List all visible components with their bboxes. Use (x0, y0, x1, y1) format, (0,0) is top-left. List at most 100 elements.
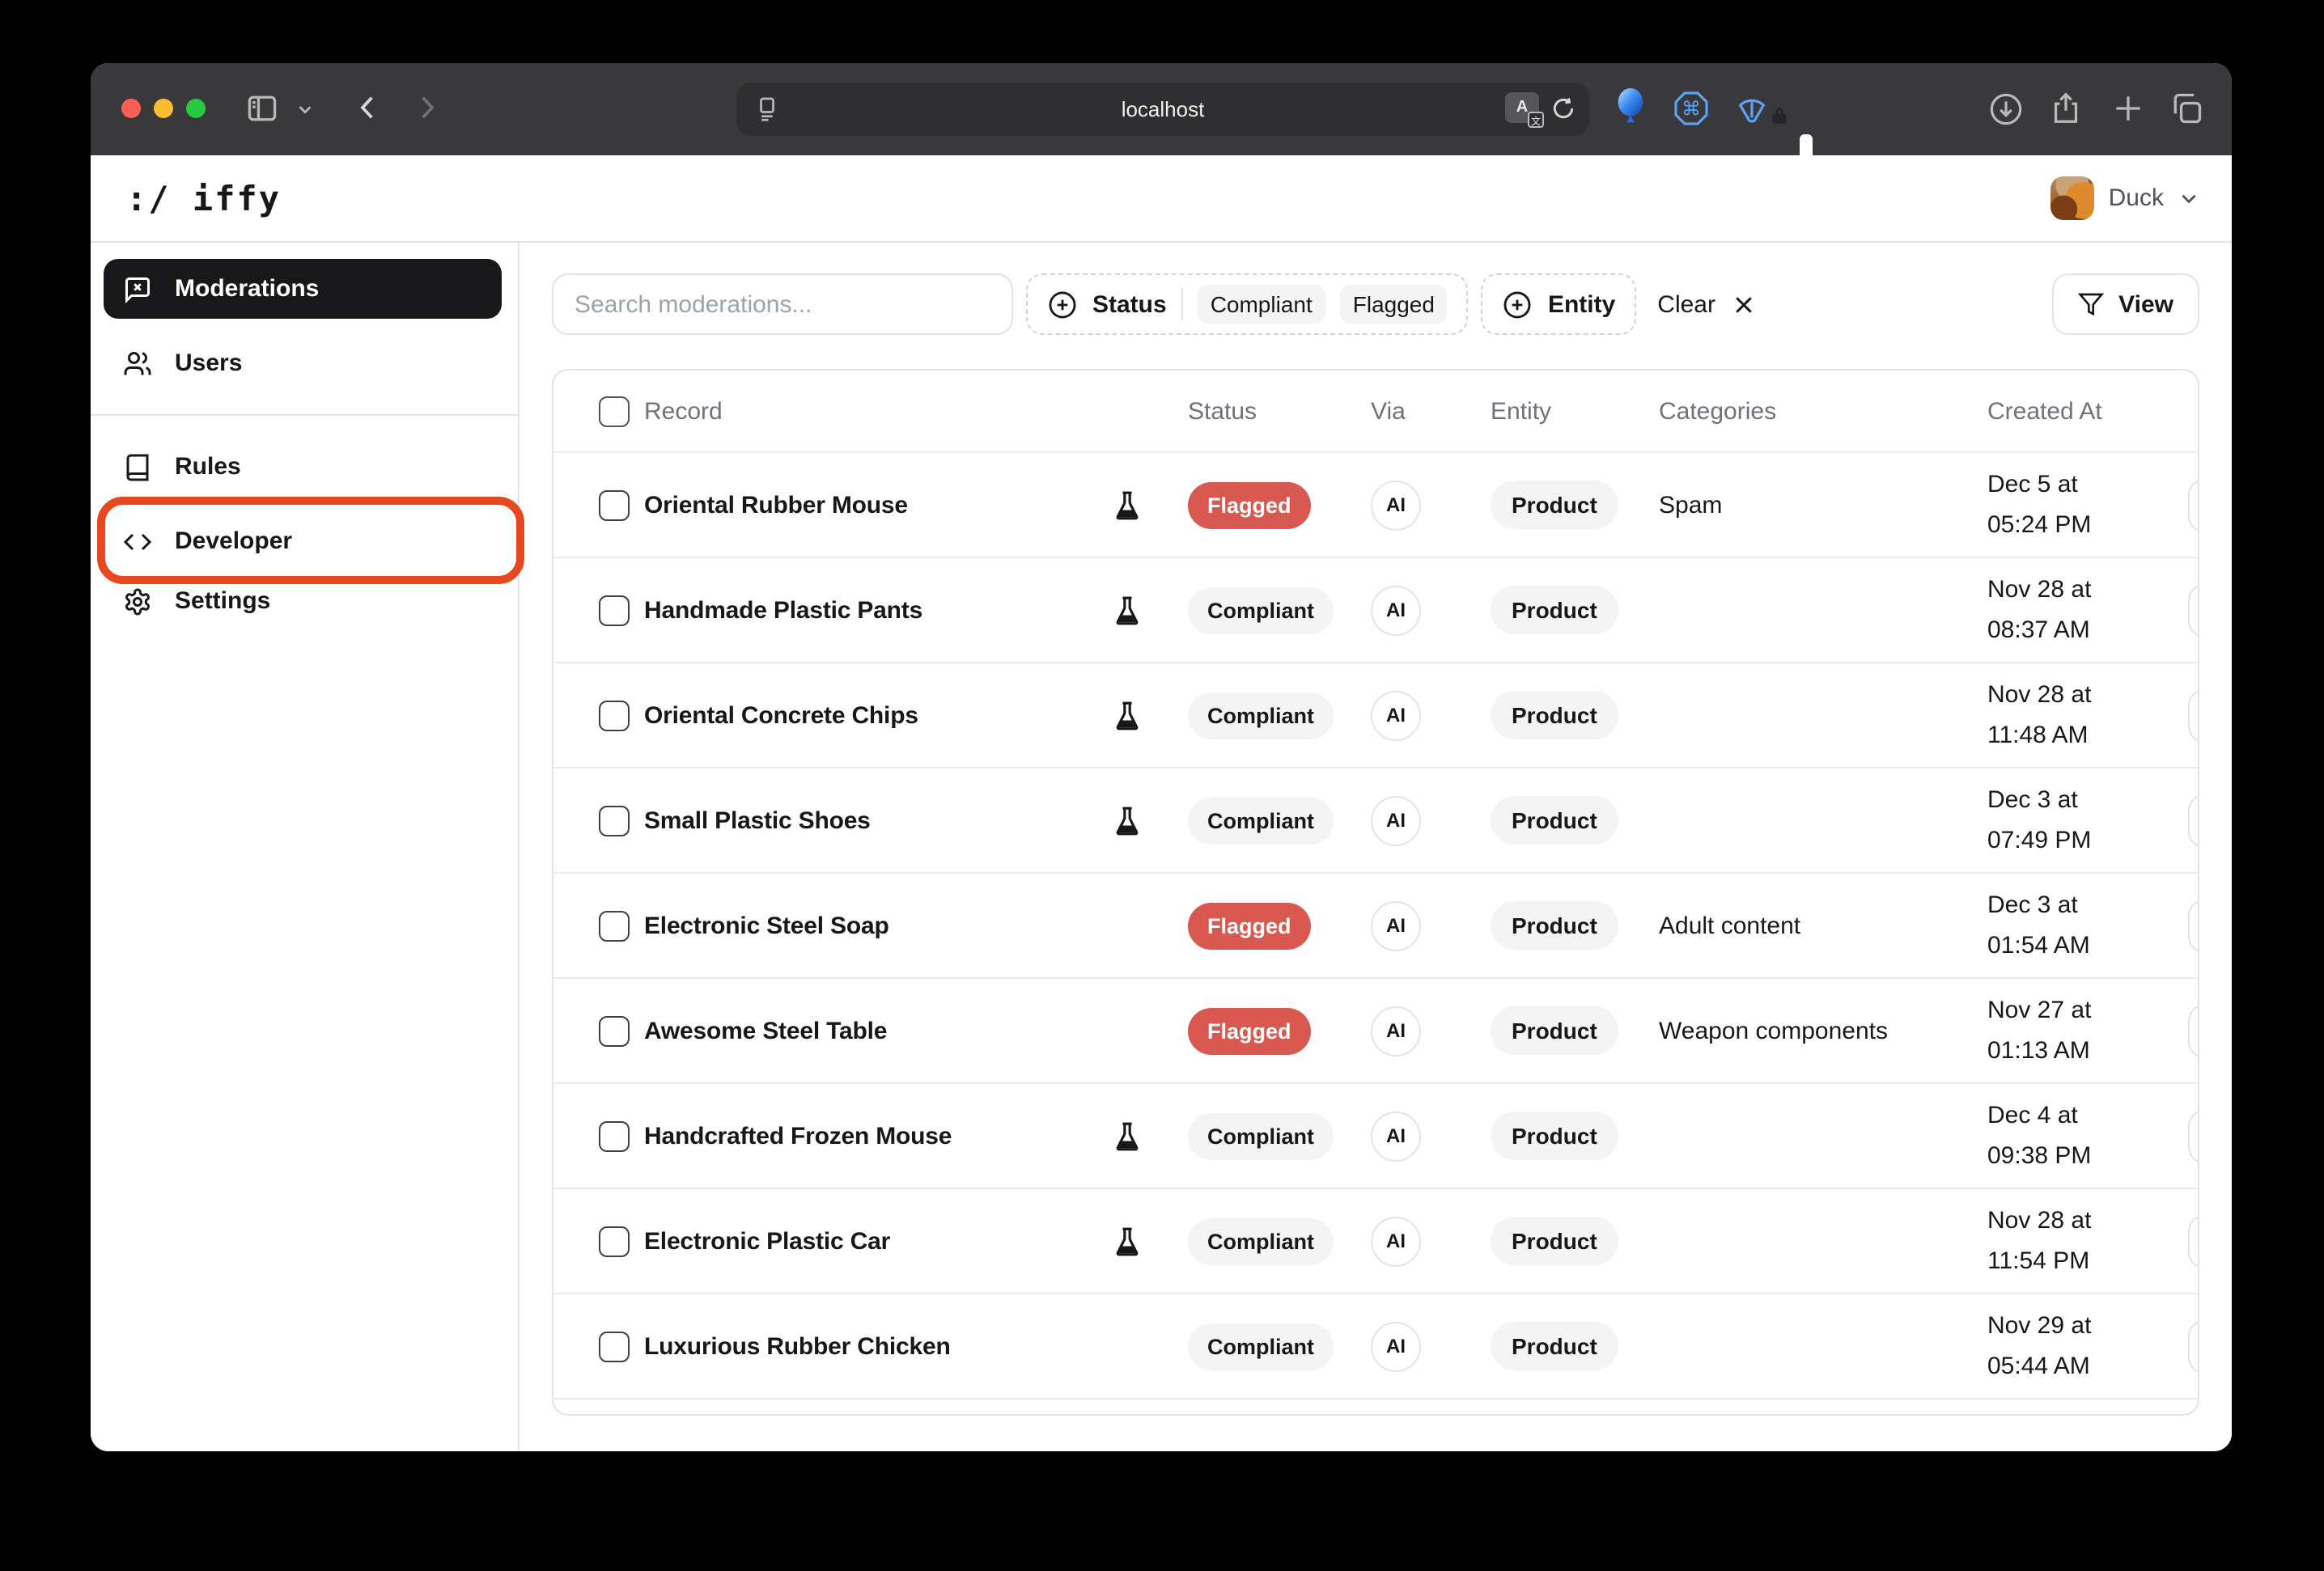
view-button[interactable]: View (2052, 273, 2199, 335)
sidebar-item-developer[interactable]: Developer (104, 511, 502, 571)
record-name: Small Plastic Shoes (644, 807, 1092, 834)
row-action-button-clipped[interactable] (2188, 1110, 2199, 1163)
table-row[interactable]: Oriental Concrete Chips Compliant AI Pro… (553, 663, 2198, 769)
row-checkbox[interactable] (599, 910, 630, 941)
created-time: 08:37 AM (1987, 610, 2198, 650)
table-body: Oriental Rubber Mouse Flagged AI Product… (553, 453, 2198, 1400)
created-time: 11:48 AM (1987, 715, 2198, 756)
sidebar-item-label: Settings (175, 587, 270, 615)
table-row[interactable]: Electronic Steel Soap Flagged AI Product… (553, 874, 2198, 979)
row-checkbox[interactable] (599, 595, 630, 625)
entity-filter-label: Entity (1548, 290, 1615, 318)
table-row[interactable]: Luxurious Rubber Chicken Compliant AI Pr… (553, 1294, 2198, 1400)
app-logo: :/ iffy (126, 179, 281, 218)
created-time: 11:54 PM (1987, 1241, 2198, 1281)
table-row[interactable]: Oriental Rubber Mouse Flagged AI Product… (553, 453, 2198, 558)
user-menu[interactable]: Duck (2050, 176, 2199, 220)
back-icon[interactable] (351, 91, 385, 125)
entity-filter[interactable]: Entity (1482, 273, 1636, 335)
translate-icon[interactable]: A文 (1505, 92, 1539, 123)
row-checkbox[interactable] (599, 489, 630, 520)
forward-icon[interactable] (409, 91, 443, 125)
created-date: Nov 28 at (1987, 570, 2198, 610)
status-badge: Compliant (1188, 586, 1334, 633)
clear-filters-button[interactable]: Clear (1657, 290, 1756, 318)
status-badge: Flagged (1188, 902, 1311, 949)
code-icon (123, 527, 152, 556)
via-badge: AI (1371, 900, 1421, 951)
row-checkbox[interactable] (599, 700, 630, 730)
entity-badge: Product (1491, 1217, 1618, 1265)
url-text: localhost (1122, 97, 1205, 121)
col-header-created-at: Created At (1987, 397, 2198, 425)
address-bar[interactable]: localhost A文 (736, 83, 1589, 136)
row-action-button-clipped[interactable] (2188, 1215, 2199, 1268)
sidebar-item-label: Moderations (175, 275, 319, 303)
table-row[interactable]: Handcrafted Frozen Mouse Compliant AI Pr… (553, 1084, 2198, 1189)
select-all-checkbox[interactable] (599, 396, 630, 426)
sidebar-item-users[interactable]: Users (104, 333, 502, 393)
row-action-button-clipped[interactable] (2188, 689, 2199, 743)
flask-icon (1112, 595, 1143, 625)
via-badge: AI (1371, 690, 1421, 740)
created-date: Nov 28 at (1987, 675, 2198, 715)
flask-cell (1092, 1226, 1188, 1256)
close-window-button[interactable] (121, 99, 141, 118)
search-input[interactable] (552, 273, 1013, 335)
status-badge: Flagged (1188, 1007, 1311, 1054)
row-checkbox[interactable] (599, 805, 630, 836)
created-time: 01:13 AM (1987, 1031, 2198, 1071)
row-action-button-clipped[interactable] (2188, 1005, 2199, 1058)
fullscreen-window-button[interactable] (186, 99, 206, 118)
close-icon (1732, 292, 1756, 316)
row-action-button-clipped[interactable] (2188, 900, 2199, 953)
reload-icon[interactable] (1550, 95, 1576, 121)
status-chip-compliant[interactable]: Compliant (1198, 285, 1325, 324)
row-action-button-clipped[interactable] (2188, 1320, 2199, 1374)
entity-badge: Product (1491, 1322, 1618, 1370)
new-tab-icon[interactable] (2110, 91, 2146, 126)
gear-icon (123, 586, 152, 616)
avatar (2050, 176, 2094, 220)
main-content: Status Compliant Flagged Entity Clear (520, 243, 2232, 1451)
categories-text: Spam (1659, 491, 1987, 519)
tab-overview-icon[interactable] (2169, 91, 2204, 126)
view-label: View (2118, 290, 2173, 318)
table-header-row: Record Status Via Entity Categories Crea… (553, 371, 2198, 453)
flask-cell (1092, 805, 1188, 836)
table-row[interactable]: Awesome Steel Table Flagged AI Product W… (553, 979, 2198, 1084)
chevron-down-icon[interactable] (296, 100, 314, 118)
fan-extension-icon[interactable] (1733, 92, 1771, 126)
row-checkbox[interactable] (599, 1120, 630, 1151)
balloon-extension-icon[interactable] (1612, 87, 1649, 128)
sidebar-item-moderations[interactable]: Moderations (104, 259, 502, 319)
filter-bar: Status Compliant Flagged Entity Clear (552, 273, 2199, 335)
row-action-button-clipped[interactable] (2188, 584, 2199, 637)
table-row[interactable]: Small Plastic Shoes Compliant AI Product… (553, 769, 2198, 874)
created-time: 05:24 PM (1987, 505, 2198, 545)
downloads-icon[interactable] (1987, 91, 2025, 128)
sidebar-item-rules[interactable]: Rules (104, 437, 502, 497)
row-action-button-clipped[interactable] (2188, 479, 2199, 532)
table-row[interactable]: Handmade Plastic Pants Compliant AI Prod… (553, 558, 2198, 663)
sidebar-toggle-icon[interactable] (244, 91, 280, 126)
browser-toolbar: localhost A文 ⌘ (91, 63, 2232, 155)
row-checkbox[interactable] (599, 1331, 630, 1361)
table-row[interactable]: Electronic Plastic Car Compliant AI Prod… (553, 1189, 2198, 1294)
status-filter[interactable]: Status Compliant Flagged (1026, 273, 1469, 335)
row-action-button-clipped[interactable] (2188, 794, 2199, 848)
sidebar-divider (91, 414, 518, 416)
page-settings-icon[interactable] (753, 94, 782, 123)
status-badge: Flagged (1188, 481, 1311, 528)
sidebar-item-settings[interactable]: Settings (104, 571, 502, 631)
status-chip-flagged[interactable]: Flagged (1340, 285, 1448, 324)
moderations-table: Record Status Via Entity Categories Crea… (552, 369, 2199, 1416)
minimize-window-button[interactable] (154, 99, 173, 118)
row-checkbox[interactable] (599, 1226, 630, 1256)
sidebar-item-label: Users (175, 349, 242, 377)
share-icon[interactable] (2047, 87, 2084, 128)
flask-cell (1092, 910, 1188, 941)
flask-icon (1112, 1120, 1143, 1151)
row-checkbox[interactable] (599, 1015, 630, 1046)
created-time: 09:38 PM (1987, 1136, 2198, 1176)
